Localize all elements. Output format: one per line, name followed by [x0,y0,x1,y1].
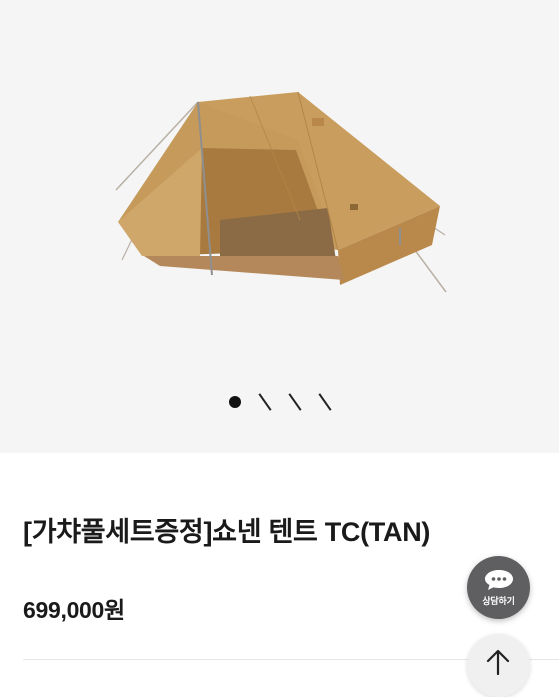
product-image-gallery[interactable] [0,0,559,453]
chat-consult-button[interactable]: 상담하기 [467,556,530,619]
gallery-dot-4[interactable] [319,393,331,411]
product-price: 699,000원 [23,597,125,623]
chat-bubble-icon [484,569,513,590]
scroll-to-top-button[interactable] [467,634,530,697]
gallery-pagination [0,392,559,412]
gallery-dot-3[interactable] [289,393,301,411]
tent-product-image [115,91,447,293]
arrow-up-icon [486,649,510,676]
product-title: [가챠풀세트증정]쇼넨 텐트 TC(TAN) [23,517,431,547]
gallery-dot-2[interactable] [259,393,271,411]
chat-button-label: 상담하기 [482,595,515,606]
gallery-dot-active[interactable] [228,396,241,408]
